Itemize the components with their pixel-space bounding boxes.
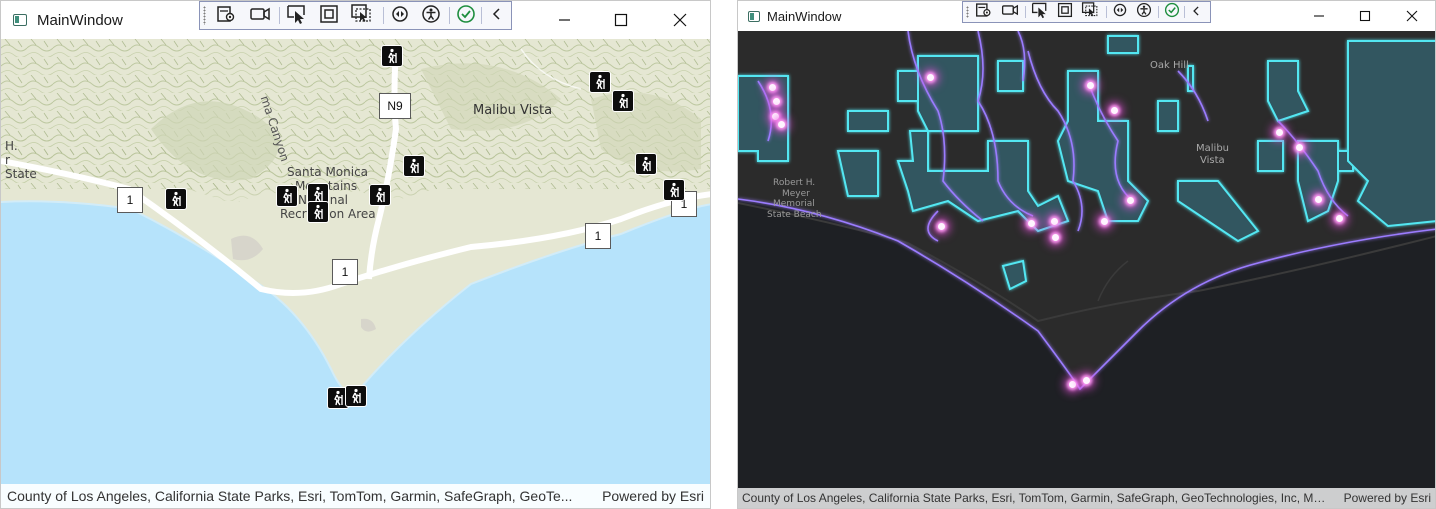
toolbar-separator	[279, 7, 280, 24]
hiking-trailhead-icon[interactable]	[635, 153, 657, 175]
live-tree-icon[interactable]	[975, 2, 992, 23]
powered-by-esri[interactable]: Powered by Esri	[1344, 491, 1431, 505]
map-view-light[interactable]: Malibu Vista Santa Monica Mountains Nati…	[1, 39, 710, 508]
xaml-debug-toolbar	[962, 1, 1211, 23]
hiking-trailhead-icon[interactable]	[345, 385, 367, 407]
edge-label-3: State	[5, 167, 37, 181]
track-focused-element-icon[interactable]	[350, 3, 374, 29]
glow-marker[interactable]	[773, 98, 780, 105]
beach-label-line-3: Memorial	[773, 199, 815, 209]
grip-icon[interactable]	[966, 6, 969, 18]
window-title: MainWindow	[767, 9, 842, 24]
accessibility-icon[interactable]	[421, 4, 441, 28]
place-label-malibu: Malibu	[1196, 143, 1229, 154]
powered-by-esri[interactable]: Powered by Esri	[602, 488, 704, 504]
attribution-text[interactable]: County of Los Angeles, California State …	[7, 488, 584, 504]
edge-label-1: H.	[5, 139, 18, 153]
display-layout-adorner-icon[interactable]	[319, 4, 339, 28]
attribution-bar: County of Los Angeles, California State …	[738, 488, 1435, 508]
select-element-icon[interactable]	[286, 3, 308, 29]
checkmark-icon[interactable]	[456, 4, 476, 28]
glow-marker[interactable]	[1087, 82, 1094, 89]
maximize-button[interactable]	[1342, 1, 1388, 31]
hiking-trailhead-icon[interactable]	[663, 179, 685, 201]
toolbar-separator	[1106, 6, 1107, 18]
glow-marker[interactable]	[1276, 129, 1283, 136]
glow-marker[interactable]	[938, 223, 945, 230]
toolbar-separator	[1158, 6, 1159, 18]
glow-marker[interactable]	[778, 121, 785, 128]
glow-marker[interactable]	[1127, 197, 1134, 204]
glow-marker[interactable]	[927, 74, 934, 81]
place-label-malibu-vista: Malibu Vista	[473, 103, 553, 118]
map-view-dark[interactable]: Oak Hill Malibu Vista Robert H. Meyer Me…	[738, 31, 1435, 508]
glow-marker[interactable]	[1296, 144, 1303, 151]
glow-marker[interactable]	[1069, 381, 1076, 388]
video-icon[interactable]	[1001, 2, 1019, 23]
hiking-trailhead-icon[interactable]	[307, 201, 329, 223]
glow-marker[interactable]	[1315, 196, 1322, 203]
glow-marker[interactable]	[1111, 107, 1118, 114]
route-shield-1: 1	[585, 223, 611, 249]
accessibility-icon[interactable]	[1136, 2, 1152, 22]
toolbar-separator	[481, 7, 482, 24]
hot-reload-icon[interactable]	[1112, 2, 1128, 22]
edge-label-2: r	[5, 153, 10, 167]
title-bar[interactable]: MainWindow	[1, 1, 710, 39]
attribution-bar: County of Los Angeles, California State …	[1, 484, 710, 508]
glow-marker[interactable]	[1028, 220, 1035, 227]
checkmark-icon[interactable]	[1164, 2, 1180, 22]
app-icon	[748, 11, 760, 22]
route-shield-n9: N9	[379, 93, 411, 119]
beach-label-line-4: State Beach	[767, 210, 822, 220]
select-element-icon[interactable]	[1031, 1, 1049, 23]
toolbar-separator	[449, 7, 450, 24]
toolbar-separator	[383, 7, 384, 24]
title-bar[interactable]: MainWindow	[738, 1, 1435, 31]
close-button[interactable]	[651, 1, 710, 39]
minimize-button[interactable]	[534, 1, 594, 39]
hiking-trailhead-icon[interactable]	[369, 184, 391, 206]
hiking-trailhead-icon[interactable]	[612, 90, 634, 112]
hiking-trailhead-icon[interactable]	[589, 71, 611, 93]
minimize-button[interactable]	[1296, 1, 1342, 31]
maximize-button[interactable]	[591, 1, 651, 39]
toolbar-separator	[1184, 6, 1185, 18]
hiking-trailhead-icon[interactable]	[381, 45, 403, 67]
live-tree-icon[interactable]	[216, 4, 236, 28]
place-label-oak-hill: Oak Hill	[1150, 60, 1189, 71]
xaml-debug-toolbar	[199, 1, 512, 30]
window-title: MainWindow	[37, 12, 123, 29]
hiking-trailhead-icon[interactable]	[403, 155, 425, 177]
track-focused-element-icon[interactable]	[1081, 1, 1100, 23]
hot-reload-icon[interactable]	[390, 4, 410, 28]
place-label-vista: Vista	[1200, 155, 1225, 166]
glow-marker[interactable]	[1052, 234, 1059, 241]
close-button[interactable]	[1389, 1, 1435, 31]
main-window-dark: MainWindow Oak Hill Malibu Vista Robert …	[737, 0, 1436, 509]
glow-marker[interactable]	[1051, 218, 1058, 225]
collapse-chevron-icon[interactable]	[1190, 3, 1203, 22]
grip-icon[interactable]	[203, 6, 206, 25]
display-layout-adorner-icon[interactable]	[1057, 2, 1073, 22]
glow-marker[interactable]	[1101, 218, 1108, 225]
app-icon	[13, 14, 27, 26]
route-shield-1: 1	[332, 259, 358, 285]
main-window-light: MainWindow Malibu Vista Santa Monica Are…	[0, 0, 711, 509]
attribution-text[interactable]: County of Los Angeles, California State …	[742, 491, 1326, 505]
beach-label-line-1: Robert H.	[773, 178, 816, 188]
dark-basemap	[738, 31, 1435, 508]
glow-marker[interactable]	[769, 84, 776, 91]
beach-label-line-2: Meyer	[782, 189, 810, 199]
route-shield-1: 1	[117, 187, 143, 213]
hiking-trailhead-icon[interactable]	[165, 188, 187, 210]
video-icon[interactable]	[249, 4, 271, 28]
collapse-chevron-icon[interactable]	[489, 6, 505, 26]
glow-marker[interactable]	[1083, 377, 1090, 384]
park-label-line-1: Santa Monica	[287, 165, 369, 179]
glow-marker[interactable]	[772, 113, 779, 120]
hiking-trailhead-icon[interactable]	[276, 185, 298, 207]
glow-marker[interactable]	[1336, 215, 1343, 222]
toolbar-separator	[1025, 6, 1026, 18]
